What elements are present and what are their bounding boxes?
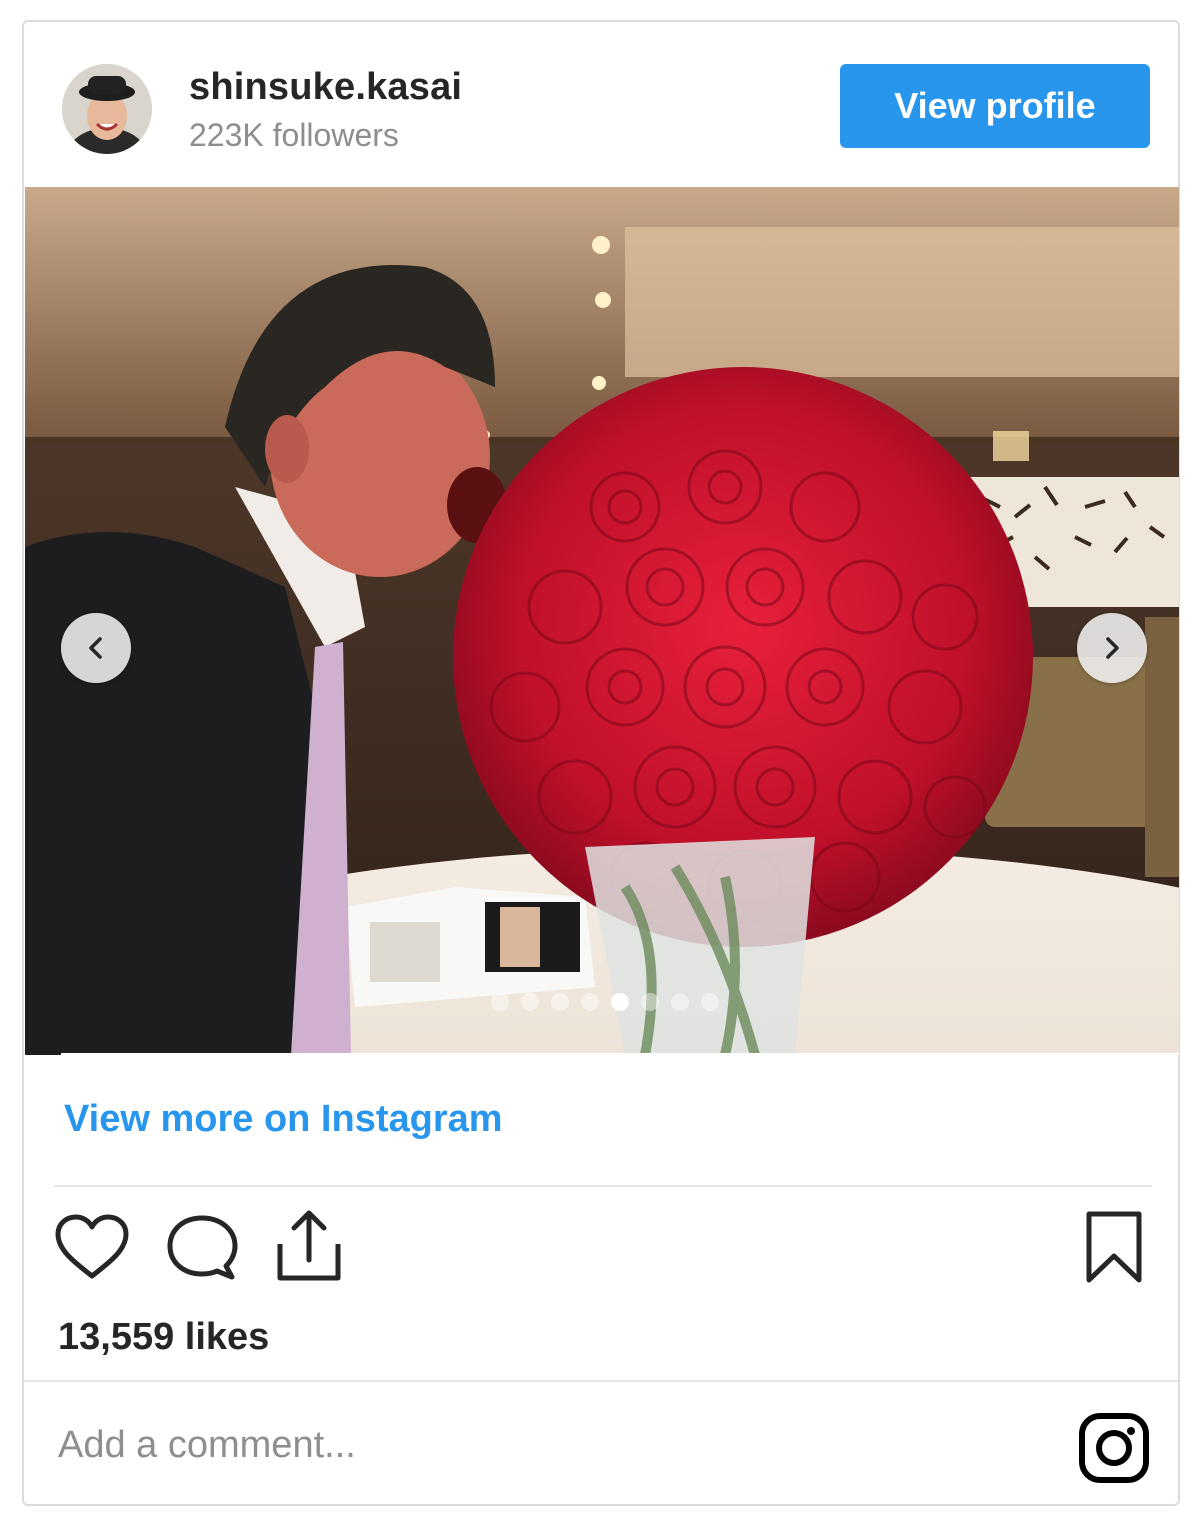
instagram-embed-card: shinsuke.kasai 223K followers View profi… — [22, 20, 1180, 1506]
carousel-next-button[interactable] — [1077, 613, 1147, 683]
carousel-indicator — [491, 993, 719, 1011]
carousel-dot — [641, 993, 659, 1011]
share-button[interactable] — [274, 1208, 344, 1289]
carousel-dot — [491, 993, 509, 1011]
carousel-dot — [671, 993, 689, 1011]
carousel-prev-button[interactable] — [61, 613, 131, 683]
save-button[interactable] — [1084, 1210, 1144, 1289]
share-icon — [277, 1210, 341, 1281]
carousel-dot-active — [611, 993, 629, 1011]
comment-button[interactable] — [166, 1214, 238, 1287]
bookmark-icon — [1086, 1211, 1142, 1283]
carousel-dot — [521, 993, 539, 1011]
avatar[interactable] — [62, 64, 152, 154]
divider — [24, 1380, 1178, 1382]
view-more-link[interactable]: View more on Instagram — [64, 1098, 503, 1141]
post-image[interactable] — [25, 187, 1179, 1055]
comment-icon — [167, 1215, 238, 1280]
divider — [54, 1185, 1152, 1187]
like-count[interactable]: 13,559 likes — [58, 1316, 269, 1359]
username[interactable]: shinsuke.kasai — [189, 66, 462, 109]
like-button[interactable] — [54, 1214, 130, 1287]
chevron-right-icon — [1106, 637, 1119, 659]
carousel-dot — [551, 993, 569, 1011]
carousel-dot — [701, 993, 719, 1011]
heart-icon — [55, 1214, 129, 1279]
carousel-dot — [581, 993, 599, 1011]
comment-input[interactable]: Add a comment... — [58, 1424, 356, 1467]
instagram-logo-icon[interactable] — [1078, 1412, 1150, 1489]
chevron-left-icon — [89, 637, 102, 659]
view-profile-button[interactable]: View profile — [840, 64, 1150, 148]
follower-count: 223K followers — [189, 117, 399, 153]
